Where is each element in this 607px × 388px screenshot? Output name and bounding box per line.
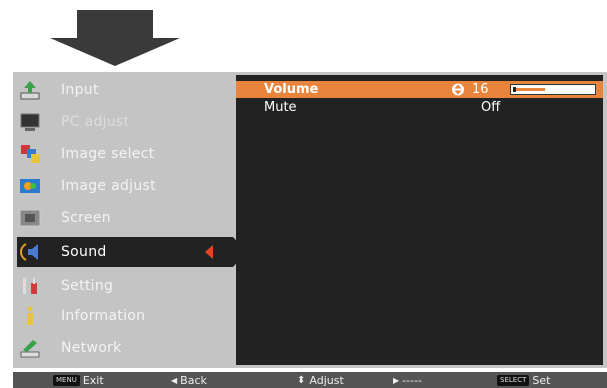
menu-item-label: Network [61,340,122,356]
information-icon [27,306,33,325]
volume-slider-fill [513,88,545,91]
menu-key-icon: MENU [53,374,80,386]
back-hint: ◀ Back [171,372,207,388]
menu-item-label: Screen [61,210,111,226]
menu-item-screen[interactable]: Screen [17,203,233,233]
menu-item-pc-adjust[interactable]: PC adjust [17,107,233,137]
right-arrow-icon: ▶ [393,375,400,385]
screen-icon [19,209,41,227]
image-select-icon [21,145,40,163]
next-label: ----- [402,373,423,387]
down-arrow-icon [50,10,180,66]
menu-item-image-adjust[interactable]: Image adjust [17,171,233,201]
selection-marker-icon [205,245,213,259]
image-adjust-icon [20,179,40,193]
volume-slider[interactable] [510,84,596,95]
pc-adjust-icon [20,113,40,131]
menu-item-label: Image select [61,146,155,162]
menu-item-network[interactable]: Network [17,333,233,363]
mute-label: Mute [264,100,297,115]
menu-item-label: Sound [61,244,107,260]
exit-label: Exit [82,373,104,387]
menu-item-input[interactable]: Input [17,75,233,105]
menu-item-label: Image adjust [61,178,156,194]
volume-slider-knob[interactable] [513,87,516,92]
network-icon [20,340,40,358]
setting-icon [23,278,37,294]
exit-hint: MENU Exit [53,372,104,388]
volume-label: Volume [264,82,319,97]
input-icon [20,81,40,100]
sound-submenu: Volume 16 Mute Off [236,75,603,365]
volume-value: 16 [472,82,489,97]
set-hint: SELECT Set [497,372,550,388]
menu-item-label: Setting [61,278,114,294]
set-label: Set [532,373,551,387]
adjust-label: Adjust [309,373,344,387]
menu-item-image-select[interactable]: Image select [17,139,233,169]
up-down-arrows-icon [452,83,464,96]
mute-value: Off [481,100,501,115]
speaker-icon [20,243,38,261]
menu-item-label: Information [61,308,146,324]
select-key-icon: SELECT [497,374,530,386]
key-guide-bar: MENU Exit ◀ Back ⬍ Adjust ▶ ----- SELECT… [13,372,607,388]
main-menu: Input PC adjust Image select Image adjus… [17,75,247,365]
mute-row[interactable]: Mute Off [236,99,603,116]
menu-item-sound[interactable]: Sound [17,237,247,267]
volume-row[interactable]: Volume 16 [236,81,603,98]
menu-item-label: PC adjust [61,114,130,130]
menu-item-information[interactable]: Information [17,301,233,331]
menu-item-setting[interactable]: Setting [17,271,233,301]
next-hint: ▶ ----- [393,372,422,388]
left-arrow-icon: ◀ [171,375,178,385]
up-down-icon: ⬍ [297,374,306,386]
adjust-hint: ⬍ Adjust [297,372,344,388]
back-label: Back [180,373,207,387]
menu-item-label: Input [61,82,99,98]
